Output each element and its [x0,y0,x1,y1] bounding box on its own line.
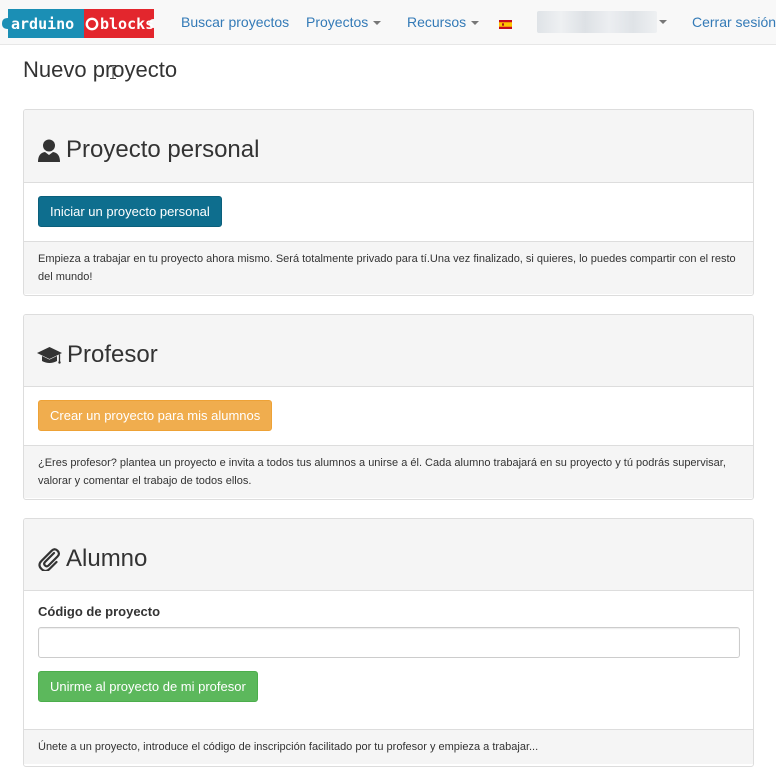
nav-dropdown-proyectos[interactable]: Proyectos [306,14,382,30]
logout-link[interactable]: Cerrar sesión [692,14,776,30]
caret-down-icon [373,21,382,26]
teacher-panel-body: Crear un proyecto para mis alumnos [24,387,753,445]
nav-link-buscar-proyectos[interactable]: Buscar proyectos [181,14,289,30]
graduation-cap-icon [37,347,62,364]
user-account-dropdown[interactable] [537,11,667,33]
text-cursor-icon [110,65,116,79]
start-personal-project-button[interactable]: Iniciar un proyecto personal [38,196,222,227]
logo-text-blocks: blocks [100,15,154,33]
personal-project-title: Proyecto personal [37,136,259,164]
create-project-for-students-button[interactable]: Crear un proyecto para mis alumnos [38,400,273,431]
caret-down-icon [659,20,667,24]
logo-text-arduino: arduino [11,15,74,33]
personal-project-panel-body: Iniciar un proyecto personal [24,183,753,241]
caret-down-icon [471,21,480,26]
student-title-text: Alumno [66,545,148,572]
arduinoblocks-logo[interactable]: arduino blocks [2,7,154,38]
teacher-panel-heading: Profesor [24,315,753,387]
student-panel-body: Código de proyecto Unirme al proyecto de… [24,591,753,729]
nav-dropdown-recursos[interactable]: Recursos [407,14,480,30]
personal-project-description: Empieza a trabajar en tu proyecto ahora … [24,241,753,294]
student-panel: Alumno Código de proyecto Unirme al proy… [23,518,754,767]
student-title: Alumno [37,545,147,573]
page-title: Nuevo proyecto [23,57,178,82]
teacher-title-text: Profesor [67,341,158,368]
project-code-label: Código de proyecto [38,604,161,619]
project-code-input[interactable] [38,627,740,658]
teacher-description: ¿Eres profesor? plantea un proyecto e in… [24,445,753,498]
user-icon [38,139,60,162]
personal-project-panel: Proyecto personal Iniciar un proyecto pe… [23,109,754,296]
paperclip-icon [38,548,61,571]
personal-project-title-text: Proyecto personal [66,136,260,163]
nav-dropdown-proyectos-label: Proyectos [306,14,369,30]
teacher-panel: Profesor Crear un proyecto para mis alum… [23,314,754,500]
teacher-title: Profesor [37,341,158,369]
top-navbar: arduino blocks Buscar proyectos Proyecto… [0,0,776,45]
join-teacher-project-button[interactable]: Unirme al proyecto de mi profesor [38,671,258,702]
student-description: Únete a un proyecto, introduce el código… [24,729,753,764]
nav-dropdown-recursos-label: Recursos [407,14,467,30]
blurred-username [537,11,657,33]
student-panel-heading: Alumno [24,519,753,591]
spain-flag-icon[interactable] [499,16,512,29]
personal-project-panel-heading: Proyecto personal [24,110,753,183]
